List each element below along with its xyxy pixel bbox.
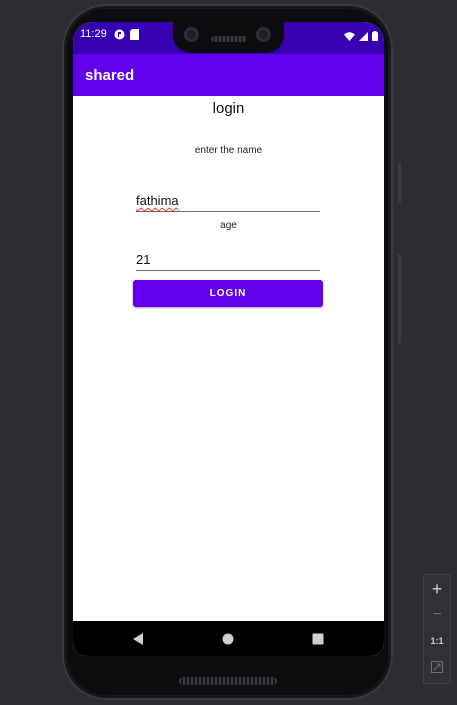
signal-icon	[359, 28, 368, 46]
app-bar: shared	[73, 54, 384, 96]
fit-screen-icon[interactable]	[424, 654, 450, 680]
device-screen: 11:29 shared login enter the name fathim…	[73, 22, 384, 656]
front-camera-left	[184, 27, 199, 42]
login-form: login enter the name fathima age 21 LOGI…	[73, 96, 384, 621]
camera-notch	[173, 22, 284, 53]
login-heading: login	[212, 100, 245, 117]
home-icon[interactable]	[219, 630, 237, 648]
bottom-speaker-grille	[179, 677, 277, 685]
age-input-value: 21	[136, 252, 151, 267]
age-label: age	[220, 220, 237, 231]
actual-size-button[interactable]: 1:1	[424, 628, 450, 654]
name-input-value: fathima	[136, 193, 179, 208]
wifi-icon	[344, 28, 355, 46]
power-button	[398, 163, 401, 203]
battery-icon	[372, 28, 378, 46]
back-icon[interactable]	[129, 630, 147, 648]
front-camera-right	[256, 27, 271, 42]
status-time: 11:29	[80, 28, 107, 40]
zoom-in-button[interactable]: +	[424, 576, 450, 602]
zoom-out-button[interactable]: −	[424, 602, 450, 628]
app-title: shared	[85, 67, 135, 84]
age-input[interactable]: 21	[136, 252, 320, 271]
status-bar: 11:29	[73, 22, 384, 54]
navigation-bar	[73, 621, 384, 656]
name-input[interactable]: fathima	[136, 193, 320, 212]
emulator-zoom-toolbar: + − 1:1	[423, 574, 451, 684]
recents-icon[interactable]	[309, 630, 327, 648]
login-button[interactable]: LOGIN	[133, 280, 323, 307]
name-label: enter the name	[194, 145, 263, 156]
notification-app-icon	[114, 27, 125, 45]
volume-button	[398, 254, 401, 344]
earpiece-speaker	[211, 36, 247, 42]
sd-card-icon	[130, 27, 139, 45]
